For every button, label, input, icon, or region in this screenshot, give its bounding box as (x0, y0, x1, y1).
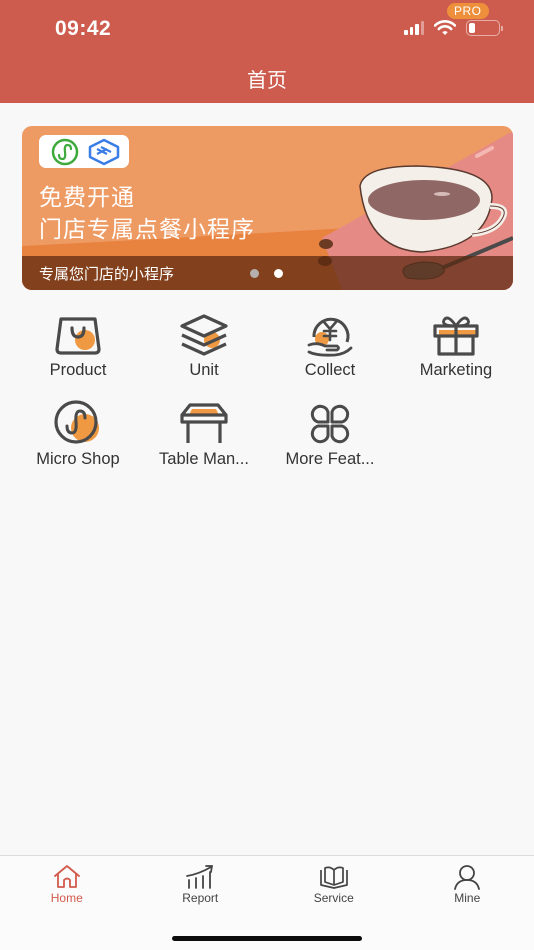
feature-marketing[interactable]: Marketing (393, 310, 519, 399)
tab-label: Home (50, 891, 83, 905)
feature-label: Unit (189, 361, 219, 379)
tab-label: Service (313, 891, 354, 905)
feature-label: Collect (304, 361, 356, 379)
banner-headline: 免费开通 (39, 185, 135, 211)
tab-label: Report (182, 891, 219, 905)
feature-micro-shop[interactable]: Micro Shop (15, 399, 141, 488)
feature-product[interactable]: Product (15, 310, 141, 399)
feature-label: Table Man... (159, 450, 249, 468)
tab-mine[interactable]: Mine (401, 856, 534, 905)
yen-hand-icon (307, 317, 353, 357)
feature-more[interactable]: More Feat... (267, 399, 393, 488)
feature-label: Micro Shop (36, 450, 120, 468)
status-time: 09:42 (55, 17, 112, 40)
banner-logos (39, 135, 129, 168)
promo-banner[interactable]: 免费开通 门店专属点餐小程序 专属您门店的小程序 (22, 126, 513, 290)
feature-collect[interactable]: Collect (267, 310, 393, 399)
feature-unit[interactable]: Unit (141, 310, 267, 399)
home-indicator[interactable] (172, 936, 362, 941)
layers-icon (180, 314, 228, 356)
store-logo-icon (88, 138, 119, 165)
feature-label: More Feat... (285, 450, 375, 468)
wifi-icon (434, 20, 456, 35)
carousel-dots (250, 269, 283, 278)
cellular-signal-icon (404, 21, 424, 35)
battery-icon (466, 20, 503, 36)
tab-report[interactable]: Report (134, 856, 268, 905)
home-icon (53, 865, 80, 888)
gift-icon (433, 316, 479, 356)
feature-label: Marketing (419, 361, 493, 379)
feature-grid: Product Unit Collect Marketing Micro Sho… (15, 310, 519, 488)
tab-service[interactable]: Service (267, 856, 401, 905)
carousel-dot[interactable] (250, 269, 259, 278)
chart-trend-icon (186, 865, 214, 889)
status-icons (404, 20, 503, 36)
feature-label: Product (49, 361, 107, 379)
table-icon (180, 403, 228, 443)
feature-table-management[interactable]: Table Man... (141, 399, 267, 488)
shopping-bag-icon (55, 317, 101, 355)
page-title: 首页 (247, 68, 287, 92)
banner-footer: 专属您门店的小程序 (22, 256, 513, 290)
book-icon (319, 866, 348, 889)
mini-program-icon (51, 138, 78, 165)
banner-subtitle: 专属您门店的小程序 (39, 265, 175, 283)
carousel-dot-active[interactable] (274, 269, 283, 278)
tab-label: Mine (454, 891, 481, 905)
tab-bar: Home Report Service Mine (0, 855, 534, 950)
four-petal-icon (310, 404, 350, 444)
mini-program-icon (54, 400, 99, 444)
pro-badge: PRO (447, 3, 489, 19)
user-icon (454, 865, 481, 890)
tab-home[interactable]: Home (0, 856, 134, 905)
banner-headline-2: 门店专属点餐小程序 (39, 217, 255, 243)
